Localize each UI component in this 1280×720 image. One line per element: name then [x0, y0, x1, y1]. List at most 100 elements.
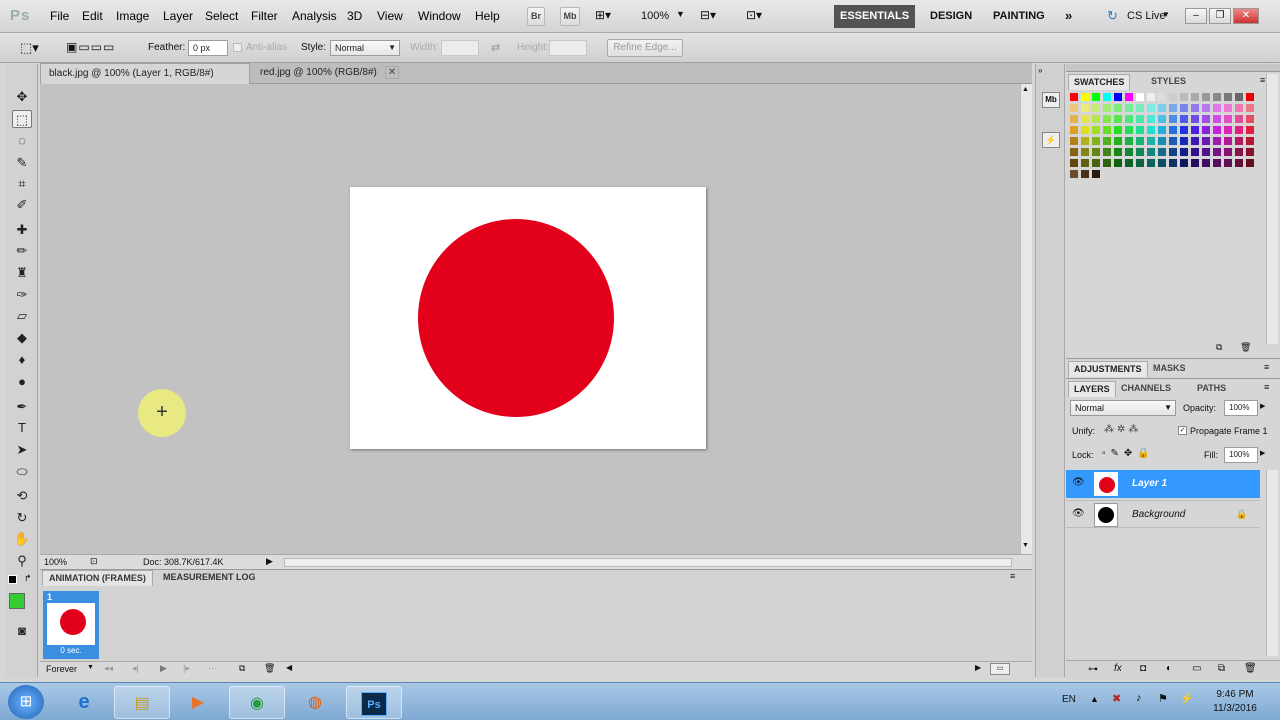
color-swatch[interactable] — [1113, 114, 1123, 124]
tab-red-jpg[interactable]: red.jpg @ 100% (RGB/8#) ✕ — [252, 63, 412, 84]
tween-icon[interactable]: ⋯ — [208, 663, 217, 674]
color-swatch[interactable] — [1179, 136, 1189, 146]
color-swatch[interactable] — [1135, 125, 1145, 135]
color-swatch[interactable] — [1069, 92, 1079, 102]
color-swatch[interactable] — [1124, 125, 1134, 135]
menu-analysis[interactable]: Analysis — [292, 9, 337, 23]
feather-input[interactable]: 0 px — [188, 40, 228, 56]
cs-live-label[interactable]: CS Live — [1127, 10, 1166, 22]
color-swatch[interactable] — [1069, 169, 1079, 179]
color-swatch[interactable] — [1190, 114, 1200, 124]
start-button[interactable]: ⊞ — [8, 685, 44, 719]
volume-icon[interactable]: ♪ — [1136, 692, 1142, 704]
color-swatch[interactable] — [1190, 125, 1200, 135]
color-swatch[interactable] — [1157, 147, 1167, 157]
path-selection-tool-icon[interactable]: ➤ — [12, 441, 32, 459]
quick-mask-icon[interactable]: ◙ — [12, 622, 32, 640]
color-swatch[interactable] — [1190, 92, 1200, 102]
color-swatch[interactable] — [1212, 136, 1222, 146]
tab-black-jpg[interactable]: black.jpg @ 100% (Layer 1, RGB/8#) *✕ — [40, 63, 250, 100]
scroll-up-icon[interactable]: ▲ — [1022, 86, 1029, 93]
color-swatch[interactable] — [1146, 103, 1156, 113]
color-swatch[interactable] — [1080, 125, 1090, 135]
color-swatch[interactable] — [1245, 125, 1255, 135]
scroll-down-icon[interactable]: ▼ — [1022, 542, 1029, 549]
type-tool-icon[interactable]: T — [12, 419, 32, 437]
brush-tool-icon[interactable]: ✏ — [12, 242, 32, 260]
color-swatch[interactable] — [1168, 158, 1178, 168]
new-layer-icon[interactable]: ⧉ — [1218, 663, 1225, 674]
color-swatch[interactable] — [1124, 147, 1134, 157]
loop-dropdown-icon[interactable]: ▼ — [87, 664, 94, 671]
color-swatch[interactable] — [1135, 136, 1145, 146]
color-swatch[interactable] — [1102, 92, 1112, 102]
layer-style-icon[interactable]: fx — [1114, 663, 1122, 674]
color-swatch[interactable] — [1234, 125, 1244, 135]
3d-orbit-tool-icon[interactable]: ↻ — [12, 509, 32, 527]
color-swatch[interactable] — [1190, 158, 1200, 168]
history-panel-icon[interactable]: ⚡ — [1042, 132, 1060, 148]
eyedropper-tool-icon[interactable]: ✐ — [12, 196, 32, 214]
color-swatch[interactable] — [1212, 125, 1222, 135]
image-document[interactable] — [350, 187, 706, 449]
color-swatch[interactable] — [1113, 92, 1123, 102]
marquee-preset-icon[interactable]: ⬚▾ — [20, 40, 39, 56]
color-swatch[interactable] — [1102, 158, 1112, 168]
color-swatch[interactable] — [1135, 158, 1145, 168]
color-swatch[interactable] — [1091, 147, 1101, 157]
color-swatch[interactable] — [1212, 158, 1222, 168]
unify-icons[interactable]: ⁂✲⁂ — [1104, 424, 1141, 435]
power-icon[interactable]: ⚡ — [1180, 692, 1194, 705]
first-frame-icon[interactable]: ◂◂ — [104, 663, 113, 674]
duplicate-frame-icon[interactable]: ⧉ — [239, 663, 245, 674]
color-swatch[interactable] — [1179, 114, 1189, 124]
workspace-essentials[interactable]: ESSENTIALS — [834, 5, 916, 28]
close-tab-icon[interactable]: ✕ — [384, 66, 400, 79]
show-hidden-icons-icon[interactable]: ▲ — [1090, 694, 1099, 704]
color-swatch[interactable] — [1069, 147, 1079, 157]
opacity-input[interactable]: 100% — [1224, 400, 1258, 416]
color-swatch[interactable] — [1146, 92, 1156, 102]
marquee-tool-icon[interactable]: ⬚ — [12, 110, 32, 128]
delete-swatch-icon[interactable]: 🗑 — [1240, 342, 1251, 353]
layers-scrollbar[interactable] — [1266, 470, 1278, 656]
color-swatch[interactable] — [1223, 103, 1233, 113]
visibility-eye-icon[interactable]: 👁 — [1072, 477, 1085, 488]
layer-row-background[interactable]: 👁 Background 🔒 — [1066, 500, 1260, 528]
default-colors-icon[interactable] — [8, 575, 17, 584]
mini-bridge-button[interactable]: Mb — [560, 7, 580, 26]
color-swatch[interactable] — [1234, 147, 1244, 157]
color-swatch[interactable] — [1091, 103, 1101, 113]
menu-edit[interactable]: Edit — [82, 9, 103, 23]
color-swatch[interactable] — [1102, 114, 1112, 124]
status-info-icon[interactable]: ⊡ — [90, 556, 98, 567]
selection-mode-icons[interactable]: ▣▭▭▭ — [66, 40, 115, 54]
color-swatch[interactable] — [1179, 103, 1189, 113]
swap-colors-icon[interactable]: ↱ — [24, 573, 32, 584]
color-swatch[interactable] — [1245, 136, 1255, 146]
color-swatch[interactable] — [1080, 158, 1090, 168]
document-canvas[interactable]: + — [40, 84, 1020, 554]
menu-view[interactable]: View — [377, 9, 403, 23]
color-swatch[interactable] — [1135, 92, 1145, 102]
swatch-grid[interactable] — [1069, 92, 1261, 182]
zoom-dropdown-icon[interactable]: ▼ — [676, 9, 685, 19]
crop-tool-icon[interactable]: ⌗ — [12, 175, 32, 193]
color-swatch[interactable] — [1212, 92, 1222, 102]
swap-icon[interactable]: ⇄ — [491, 41, 500, 54]
scroll-right-icon[interactable]: ▶ — [975, 663, 981, 672]
bridge-button[interactable]: Br — [527, 7, 545, 26]
height-input[interactable] — [549, 40, 587, 56]
layer-mask-icon[interactable]: ◘ — [1140, 663, 1146, 674]
shape-tool-icon[interactable]: ⬭ — [12, 463, 32, 481]
color-swatch[interactable] — [1157, 136, 1167, 146]
menu-image[interactable]: Image — [116, 9, 149, 23]
workspace-design[interactable]: DESIGN — [924, 5, 978, 28]
cs-live-icon[interactable]: ↻ — [1107, 8, 1118, 24]
color-swatch[interactable] — [1245, 114, 1255, 124]
color-swatch[interactable] — [1146, 114, 1156, 124]
color-swatch[interactable] — [1069, 158, 1079, 168]
swatches-scrollbar[interactable] — [1266, 74, 1278, 344]
tab-styles[interactable]: STYLES — [1146, 74, 1191, 90]
color-swatch[interactable] — [1102, 125, 1112, 135]
